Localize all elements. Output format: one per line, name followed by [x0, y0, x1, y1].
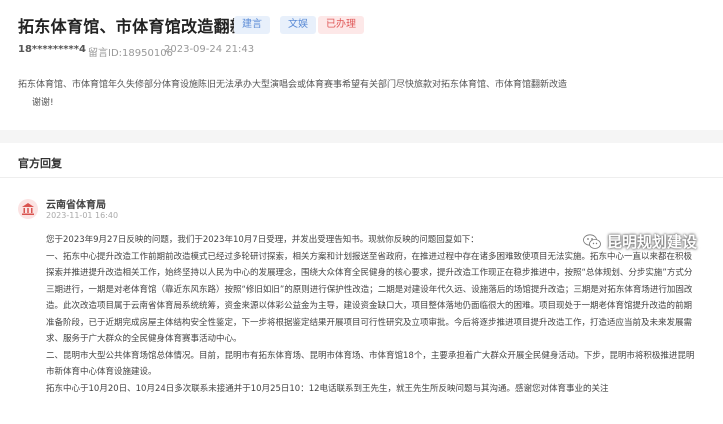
reply-paragraph: 一、拓东中心提升改造工作前期前改造模式已经过多轮研讨探索，相关方案和计划报送至省… — [46, 251, 693, 345]
tag-suggestion[interactable]: 建言 — [234, 16, 270, 34]
reply-time: 2023-11-01 16:40 — [46, 211, 119, 220]
section-title: 官方回复 — [18, 157, 62, 170]
avatar — [18, 199, 38, 219]
wechat-icon — [583, 233, 601, 249]
government-icon — [22, 203, 34, 215]
reply-card: 官方回复 云南省体育局 2023-11-01 16:40 您于2023年9月27… — [0, 143, 723, 424]
reply-paragraph: 拓东中心于10月20日、10月24日多次联系未接通并于10月25日10：12电话… — [46, 383, 609, 394]
message-body: 拓东体育馆、市体育馆年久失修部分体育设施陈旧无法承办大型演唱会或体育赛事希望有关… — [18, 76, 708, 112]
message-line: 拓东体育馆、市体育馆年久失修部分体育设施陈旧无法承办大型演唱会或体育赛事希望有关… — [18, 80, 568, 90]
message-line: 谢谢! — [32, 98, 54, 108]
user-id: 18*********4 — [18, 44, 86, 55]
divider — [0, 177, 723, 178]
reply-paragraph: 二、昆明市大型公共体育场馆总体情况。目前，昆明市有拓东体育场、昆明市体育场、市体… — [46, 350, 695, 378]
tag-culture[interactable]: 文娱 — [280, 16, 316, 34]
message-card: 拓东体育馆、市体育馆改造翻新 建言 文娱 已办理 18*********4 留言… — [0, 0, 723, 130]
status-badge: 已办理 — [318, 16, 364, 34]
watermark: 昆明规划建设 — [582, 231, 697, 252]
message-time: 2023-09-24 21:43 — [164, 44, 255, 55]
page-title: 拓东体育馆、市体育馆改造翻新 — [18, 17, 247, 36]
reply-body: 您于2023年9月27日反映的问题，我们于2023年10月7日受理，并发出受理告… — [46, 232, 696, 397]
reply-org: 云南省体育局 — [46, 200, 106, 211]
watermark-text: 昆明规划建设 — [606, 233, 697, 251]
message-id: 留言ID:18950106 — [88, 48, 173, 59]
